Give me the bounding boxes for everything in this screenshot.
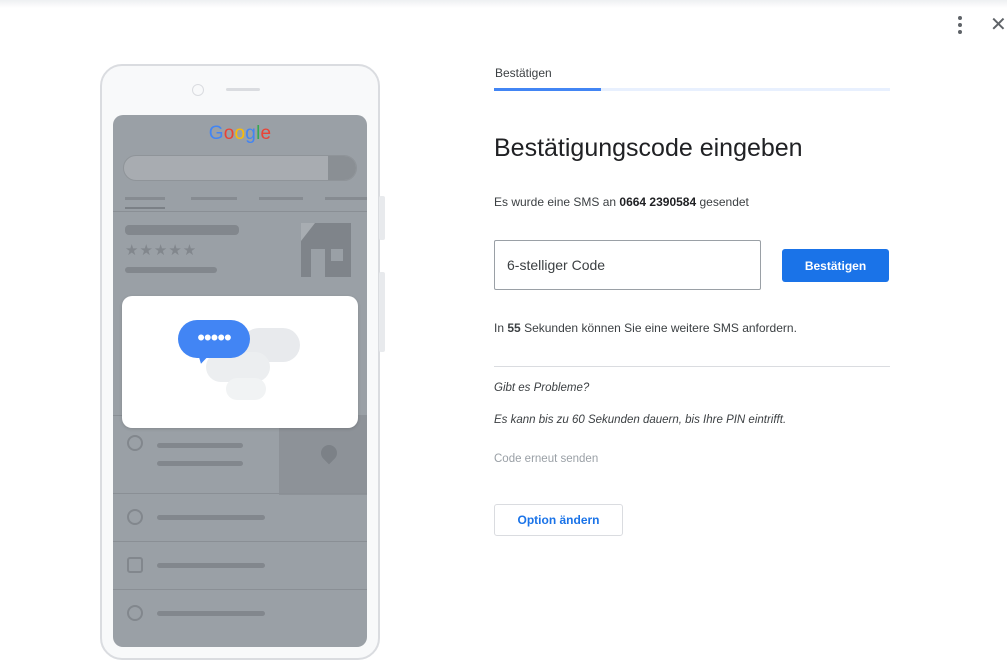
google-logo: Google <box>208 123 272 144</box>
mock-text-bar <box>125 225 239 235</box>
phone-icon <box>127 557 143 573</box>
problems-heading: Gibt es Probleme? <box>494 382 590 394</box>
page-title: Bestätigungscode eingeben <box>494 134 803 162</box>
verification-code-input[interactable] <box>494 240 761 290</box>
delay-note: Es kann bis zu 60 Sekunden dauern, bis I… <box>494 414 787 426</box>
step-label: Bestätigen <box>495 66 552 80</box>
progress-fill <box>494 88 601 91</box>
more-vert-icon[interactable] <box>952 14 968 36</box>
change-option-button[interactable]: Option ändern <box>494 504 623 536</box>
phone-side-button <box>379 196 385 240</box>
clock-icon <box>127 509 143 525</box>
divider <box>113 541 367 542</box>
confirm-button[interactable]: Bestätigen <box>782 249 889 282</box>
mock-text-bar <box>157 515 265 520</box>
close-icon[interactable]: ✕ <box>990 12 1007 38</box>
mock-text-bar <box>157 443 243 448</box>
chat-bubble-icon: ••••• <box>178 320 250 358</box>
mock-text-bar <box>157 611 265 616</box>
typing-dots: ••••• <box>197 325 232 350</box>
mock-text-bar <box>125 267 217 273</box>
divider <box>494 366 890 367</box>
globe-icon <box>127 605 143 621</box>
chat-bubble <box>226 378 266 400</box>
mock-search-bar <box>123 155 357 181</box>
sms-suffix: gesendet <box>699 195 749 209</box>
phone-side-button <box>379 272 385 352</box>
countdown-seconds: 55 <box>507 321 521 335</box>
mock-tab <box>259 197 303 200</box>
countdown-suffix: Sekunden können Sie eine weitere SMS anf… <box>524 321 797 335</box>
divider <box>113 211 367 212</box>
star-rating-icon: ★★★★★ <box>125 242 198 259</box>
top-edge <box>0 0 1007 8</box>
camera-icon <box>192 84 204 96</box>
progress-bar <box>494 88 890 91</box>
location-icon <box>127 435 143 451</box>
mock-tab <box>125 197 165 200</box>
mock-text-bar <box>157 461 243 466</box>
sms-sent-message: Es wurde eine SMS an 0664 2390584 gesend… <box>494 195 749 209</box>
countdown-prefix: In <box>494 321 505 335</box>
divider <box>113 589 367 590</box>
mock-tab-indicator <box>125 207 165 209</box>
divider <box>113 493 367 494</box>
mock-tab <box>325 197 367 200</box>
storefront-roof <box>301 223 315 241</box>
mock-tab <box>191 197 237 200</box>
resend-code-link[interactable]: Code erneut senden <box>494 453 598 465</box>
resend-countdown: In 55 Sekunden können Sie eine weitere S… <box>494 321 797 335</box>
search-icon <box>328 156 356 180</box>
speaker-grille <box>226 88 260 91</box>
phone-number: 0664 2390584 <box>619 195 697 209</box>
mock-text-bar <box>157 563 265 568</box>
sms-prefix: Es wurde eine SMS an <box>494 195 617 209</box>
